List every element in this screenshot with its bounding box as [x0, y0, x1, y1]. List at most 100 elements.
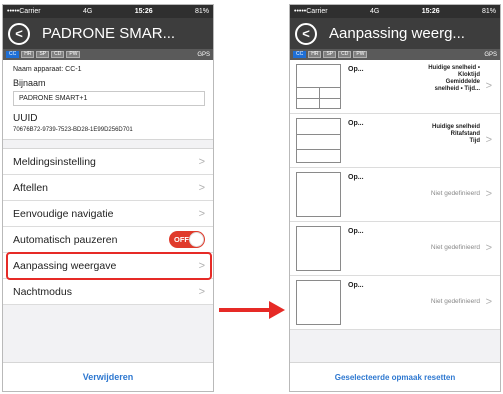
- layout-fields: Huidige snelheid Ritafstand Tijd: [432, 124, 480, 145]
- layout-label: Op...: [348, 228, 364, 235]
- menu-item-night-mode[interactable]: Nachtmodus >: [3, 279, 213, 305]
- reset-layout-button[interactable]: Geselecteerde opmaak resetten: [290, 362, 500, 391]
- sensor-chip-hr: HR: [21, 51, 35, 58]
- carrier-label: •••••Carrier: [7, 8, 41, 15]
- arrow-right-icon: [219, 308, 271, 312]
- nickname-input[interactable]: PADRONE SMART+1: [13, 91, 205, 106]
- menu-item-label: Aftellen: [13, 181, 49, 194]
- menu-item-countdown[interactable]: Aftellen >: [3, 175, 213, 201]
- sensor-chip-cd: CD: [338, 51, 352, 58]
- thumb-divider: [319, 87, 320, 108]
- chevron-right-icon: >: [485, 80, 492, 92]
- sensor-chip-sp: SP: [323, 51, 337, 58]
- chevron-right-icon: >: [485, 296, 492, 308]
- nickname-label: Bijnaam: [13, 78, 46, 88]
- field-line: snelheid • Tijd...: [434, 86, 480, 92]
- uuid-label: UUID: [13, 113, 38, 124]
- sensor-bar: CC HR SP CD PW GPS: [3, 49, 213, 60]
- layout-row-3[interactable]: Op... Niet gedefinieerd >: [290, 168, 500, 222]
- layout-label: Op...: [348, 282, 364, 289]
- menu-item-simple-navigation[interactable]: Eenvoudige navigatie >: [3, 201, 213, 227]
- layout-row-4[interactable]: Op... Niet gedefinieerd >: [290, 222, 500, 276]
- battery-label: 81%: [481, 8, 496, 15]
- menu-item-auto-pause: Automatisch pauzeren OFF: [3, 227, 213, 253]
- layout-list: Op... Huidige snelheid • Kloktijd Gemidd…: [290, 60, 500, 330]
- layout-thumbnail: [296, 280, 341, 325]
- phone-screen-device-settings: •••••Carrier 4G 15:26 81% < PADRONE SMAR…: [2, 4, 214, 392]
- menu-item-label: Nachtmodus: [13, 285, 72, 298]
- thumb-divider: [297, 149, 340, 150]
- page-title: PADRONE SMAR...: [42, 25, 176, 42]
- sensor-chip-cc: CC: [293, 51, 307, 58]
- sensor-chip-pw: PW: [353, 51, 368, 58]
- field-line: Huidige snelheid •: [428, 65, 480, 71]
- back-arrow-icon[interactable]: <: [8, 22, 30, 45]
- status-bar: •••••Carrier 4G 15:26 81%: [290, 5, 500, 18]
- layout-row-1[interactable]: Op... Huidige snelheid • Kloktijd Gemidd…: [290, 60, 500, 114]
- battery-label: 81%: [194, 8, 209, 15]
- field-line: Gemiddelde: [445, 79, 480, 85]
- layout-thumbnail: [296, 226, 341, 271]
- nav-bar: < Aanpassing weerg...: [290, 18, 500, 49]
- chevron-right-icon: >: [198, 181, 205, 194]
- field-line: Kloktijd: [458, 72, 480, 78]
- sensor-chip-sp: SP: [36, 51, 50, 58]
- menu-item-label: Automatisch pauzeren: [13, 233, 118, 246]
- chevron-right-icon: >: [485, 188, 492, 200]
- settings-menu: Meldingsinstelling > Aftellen > Eenvoudi…: [3, 148, 213, 305]
- field-line: Huidige snelheid: [431, 124, 480, 130]
- menu-item-label: Meldingsinstelling: [13, 155, 96, 168]
- layout-thumbnail: [296, 172, 341, 217]
- layout-row-5[interactable]: Op... Niet gedefinieerd >: [290, 276, 500, 330]
- layout-fields: Huidige snelheid • Kloktijd Gemiddelde s…: [428, 65, 480, 93]
- layout-fields: Niet gedefinieerd: [431, 298, 480, 305]
- nav-bar: < PADRONE SMAR...: [3, 18, 213, 49]
- layout-label: Op...: [348, 120, 364, 127]
- uuid-value: 70676B72-9739-7523-BD28-1E99D256D701: [13, 127, 133, 133]
- layout-label: Op...: [348, 66, 364, 73]
- layout-fields: Niet gedefinieerd: [431, 244, 480, 251]
- field-line: Niet gedefinieerd: [430, 190, 480, 197]
- gps-indicator: GPS: [197, 51, 210, 58]
- field-line: Ritafstand: [450, 131, 480, 137]
- sensor-chip-cc: CC: [6, 51, 20, 58]
- network-label: 4G: [83, 8, 93, 15]
- phone-screen-display-customization: •••••Carrier 4G 15:26 81% < Aanpassing w…: [289, 4, 501, 392]
- layout-thumbnail: [296, 64, 341, 109]
- chevron-right-icon: >: [198, 155, 205, 168]
- delete-button[interactable]: Verwijderen: [3, 362, 213, 391]
- field-line: Tijd: [469, 138, 480, 144]
- layout-fields: Niet gedefinieerd: [431, 190, 480, 197]
- sensor-chip-hr: HR: [308, 51, 322, 58]
- device-info-card: Naam apparaat: CC-1 Bijnaam PADRONE SMAR…: [3, 60, 213, 140]
- highlight-frame: [6, 252, 212, 280]
- status-bar: •••••Carrier 4G 15:26 81%: [3, 5, 213, 18]
- sensor-chip-cd: CD: [51, 51, 65, 58]
- layout-label: Op...: [348, 174, 364, 181]
- menu-item-notification-settings[interactable]: Meldingsinstelling >: [3, 149, 213, 175]
- device-name: Naam apparaat: CC-1: [13, 66, 82, 73]
- arrow-head: [269, 301, 285, 319]
- menu-item-label: Eenvoudige navigatie: [13, 207, 114, 220]
- layout-row-2[interactable]: Op... Huidige snelheid Ritafstand Tijd >: [290, 114, 500, 168]
- thumb-divider: [297, 134, 340, 135]
- toggle-knob: [189, 232, 204, 247]
- carrier-label: •••••Carrier: [294, 8, 328, 15]
- clock: 15:26: [134, 8, 153, 15]
- clock: 15:26: [421, 8, 440, 15]
- sensor-bar: CC HR SP CD PW GPS: [290, 49, 500, 60]
- chevron-right-icon: >: [485, 242, 492, 254]
- chevron-right-icon: >: [198, 207, 205, 220]
- sensor-chip-pw: PW: [66, 51, 81, 58]
- menu-item-display-customization[interactable]: Aanpassing weergave >: [3, 252, 213, 280]
- back-arrow-icon[interactable]: <: [295, 22, 317, 45]
- field-line: Niet gedefinieerd: [430, 244, 480, 251]
- gps-indicator: GPS: [484, 51, 497, 58]
- toggle-state-label: OFF: [174, 235, 189, 244]
- chevron-right-icon: >: [485, 134, 492, 146]
- field-line: Niet gedefinieerd: [430, 298, 480, 305]
- auto-pause-toggle[interactable]: OFF: [169, 231, 205, 248]
- chevron-right-icon: >: [198, 285, 205, 298]
- network-label: 4G: [370, 8, 380, 15]
- page-title: Aanpassing weerg...: [329, 25, 465, 42]
